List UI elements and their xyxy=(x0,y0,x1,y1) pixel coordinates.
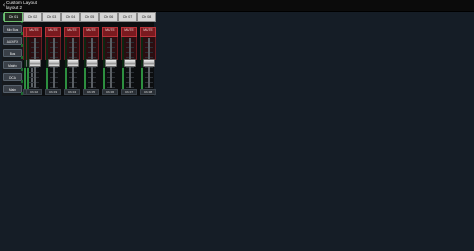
fader-knob[interactable] xyxy=(86,58,98,67)
fader-knob[interactable] xyxy=(67,58,79,67)
channel-tab[interactable]: Ch 02 xyxy=(23,12,42,22)
layer-button[interactable]: AUX/FX xyxy=(3,37,22,45)
channel-tab[interactable]: Ch 04 xyxy=(61,12,80,22)
channel-strip: MUTE Ch 07 xyxy=(121,22,139,96)
channel-strip: MUTE Ch 04 xyxy=(64,22,82,96)
channel-tab[interactable]: Ch 07 xyxy=(118,12,137,22)
mute-button[interactable]: MUTE xyxy=(83,27,99,37)
mute-button[interactable]: MUTE xyxy=(140,27,156,37)
level-meter-fill xyxy=(84,68,86,89)
channel-tab[interactable]: Ch 01 xyxy=(4,12,23,22)
channel-strip: MUTE Ch 03 xyxy=(45,22,63,96)
mute-button[interactable]: MUTE xyxy=(102,27,118,37)
fader-knob[interactable] xyxy=(29,58,41,67)
title-block: Custom Layout layout 2 xyxy=(6,0,37,10)
channel-strip: MUTE Ch 05 xyxy=(83,22,101,96)
channel-name-label: Ch 03 xyxy=(45,89,61,95)
mute-button[interactable]: MUTE xyxy=(64,27,80,37)
layer-side-panel: Ch InMix BusAUX/FXBusMatrixDCAMain xyxy=(2,12,23,96)
fader-knob[interactable] xyxy=(143,58,155,67)
level-meter-fill xyxy=(65,68,67,89)
channel-name-label: Ch 06 xyxy=(102,89,118,95)
channel-strip: MUTE Ch 06 xyxy=(102,22,120,96)
channel-tab[interactable]: Ch 08 xyxy=(137,12,156,22)
channel-name-label: Ch 07 xyxy=(121,89,137,95)
layer-button[interactable]: Mix Bus xyxy=(3,25,22,33)
fader-knob[interactable] xyxy=(105,58,117,67)
channel-name-label: Ch 05 xyxy=(83,89,99,95)
mute-button[interactable]: MUTE xyxy=(45,27,61,37)
layer-button[interactable]: Main xyxy=(3,85,22,93)
layer-button[interactable]: Matrix xyxy=(3,61,22,69)
channel-strip: MUTE Ch 08 xyxy=(140,22,158,96)
layer-button[interactable]: Bus xyxy=(3,49,22,57)
channel-tab[interactable]: Ch 03 xyxy=(42,12,61,22)
channel-name-label: Ch 02 xyxy=(26,89,42,95)
level-meter-fill xyxy=(122,68,124,89)
layout-subtitle: layout 2 xyxy=(6,5,23,11)
channel-tab[interactable]: Ch 06 xyxy=(99,12,118,22)
level-meter-fill xyxy=(46,68,48,89)
mute-button[interactable]: MUTE xyxy=(26,27,42,37)
level-meter-fill xyxy=(27,68,29,89)
channel-name-label: Ch 08 xyxy=(140,89,156,95)
level-meter-fill xyxy=(103,68,105,89)
channel-strip: MUTE Ch 02 xyxy=(26,22,44,96)
title-bar: ‹ Custom Layout layout 2 xyxy=(0,0,474,12)
fader-knob[interactable] xyxy=(48,58,60,67)
channel-tab[interactable]: Ch 05 xyxy=(80,12,99,22)
layer-button[interactable]: DCA xyxy=(3,73,22,81)
mute-button[interactable]: MUTE xyxy=(121,27,137,37)
channel-name-label: Ch 04 xyxy=(64,89,80,95)
level-meter-fill xyxy=(141,68,143,89)
fader-knob[interactable] xyxy=(124,58,136,67)
